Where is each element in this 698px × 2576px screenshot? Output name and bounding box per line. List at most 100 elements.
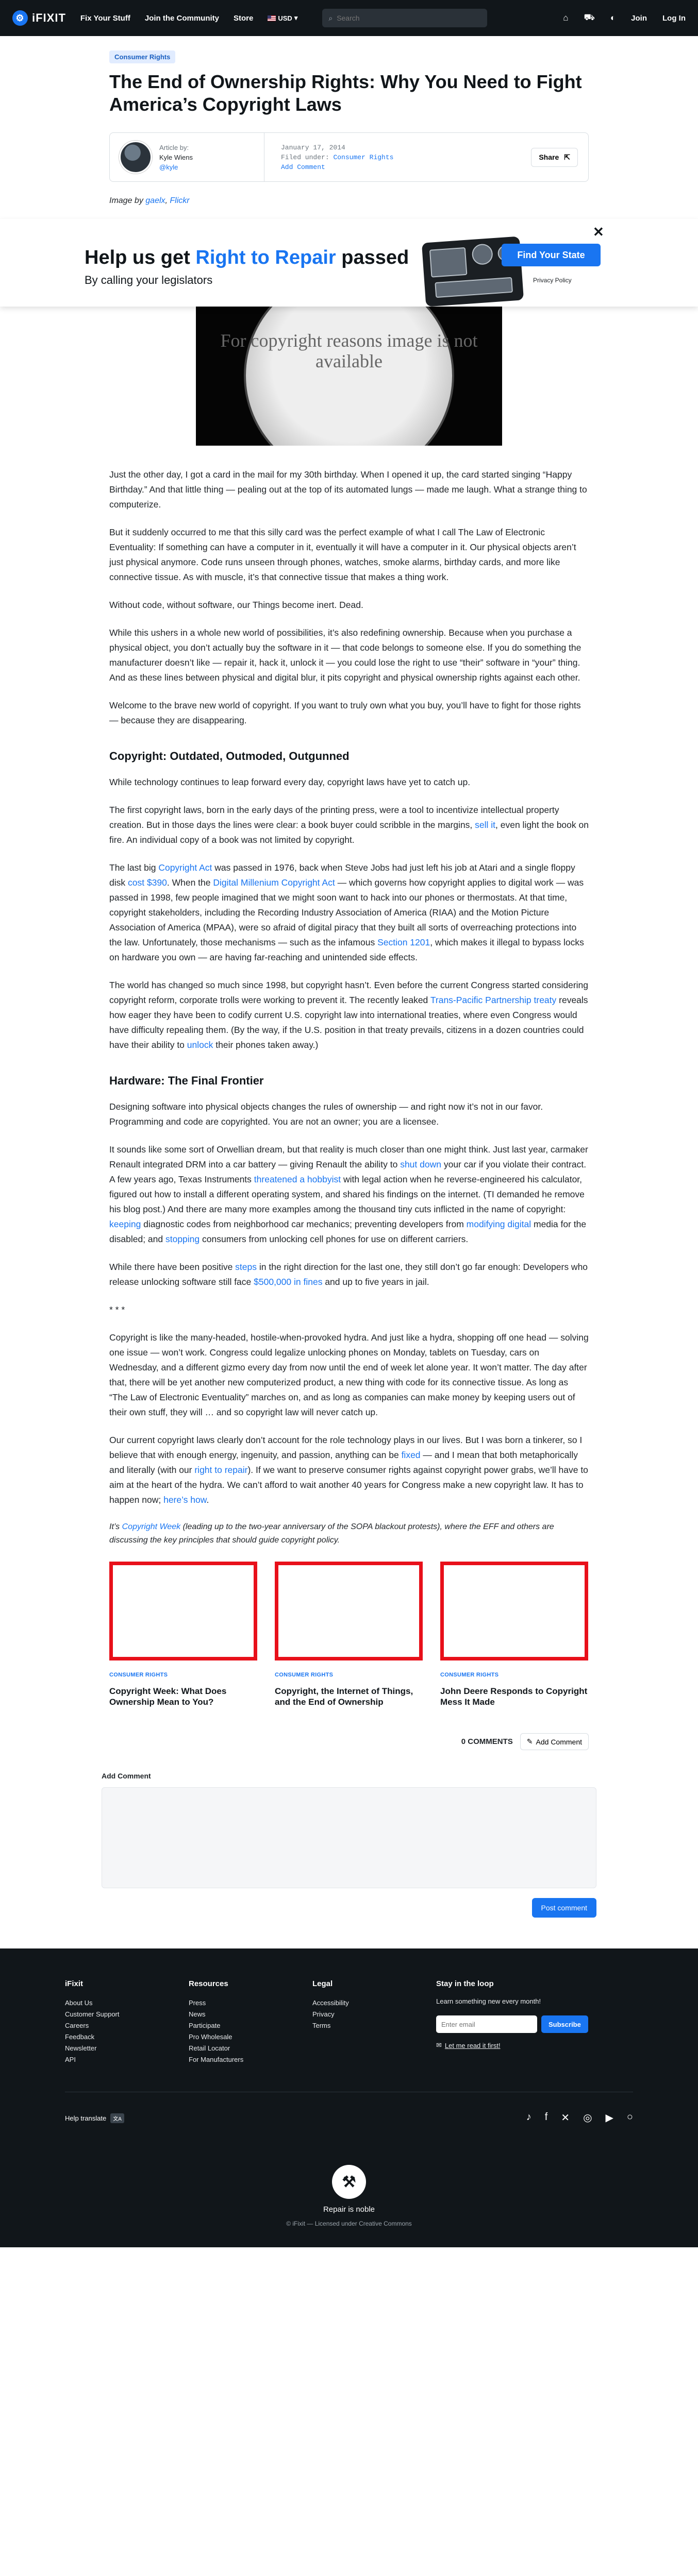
inline-link[interactable]: Copyright Act	[158, 862, 212, 873]
footer-link[interactable]: Terms	[312, 2020, 436, 2031]
inline-link[interactable]: here’s how	[163, 1495, 206, 1505]
language-icon[interactable]: ◐	[610, 13, 616, 23]
inline-link[interactable]: unlock	[187, 1040, 213, 1050]
filed-label: Filed under:	[281, 153, 329, 161]
credit-source-link[interactable]: Flickr	[170, 196, 189, 205]
search-input[interactable]	[337, 14, 481, 22]
nav-store[interactable]: Store	[234, 14, 253, 23]
ifixit-logo-icon: ⚙	[12, 10, 28, 26]
inline-link[interactable]: right to repair	[194, 1465, 247, 1475]
paragraph: It sounds like some sort of Orwellian dr…	[109, 1144, 588, 1244]
help-translate[interactable]: Help translate 文A	[65, 2113, 124, 2123]
search-bar[interactable]: ⌕	[322, 9, 488, 27]
comment-count: 0 COMMENTS	[461, 1737, 513, 1746]
footer-link[interactable]: Retail Locator	[189, 2043, 312, 2054]
inline-link[interactable]: modifying digital	[467, 1219, 531, 1229]
community-icon[interactable]: ○	[627, 2111, 633, 2124]
youtube-icon[interactable]: ▶	[606, 2111, 613, 2124]
read-first-link[interactable]: Let me read it first!	[445, 2042, 501, 2049]
inline-link[interactable]: fixed	[402, 1450, 421, 1460]
section-heading: Hardware: The Final Frontier	[109, 1074, 264, 1087]
related-card-title[interactable]: Copyright Week: What Does Ownership Mean…	[109, 1686, 257, 1707]
email-field[interactable]	[436, 2015, 537, 2033]
copyright-week-link[interactable]: Copyright Week	[122, 1522, 181, 1531]
tiktok-icon[interactable]: ♪	[526, 2111, 531, 2124]
footer-link[interactable]: Pro Wholesale	[189, 2031, 312, 2043]
newsletter-signup: Stay in the loop Learn something new eve…	[436, 1979, 588, 2065]
category-badge[interactable]: Consumer Rights	[109, 50, 176, 63]
related-card[interactable]: CONSUMER RIGHTS John Deere Responds to C…	[440, 1562, 588, 1707]
related-card-image[interactable]	[275, 1562, 423, 1660]
facebook-icon[interactable]: f	[545, 2111, 548, 2124]
related-card[interactable]: CONSUMER RIGHTS Copyright Week: What Doe…	[109, 1562, 257, 1707]
nav-actions: ⌂ ⛟ ◐ Join Log In	[563, 12, 686, 24]
footer-link[interactable]: About Us	[65, 1997, 189, 2009]
paragraph: But it suddenly occurred to me that this…	[109, 527, 576, 582]
inline-link[interactable]: keeping	[109, 1219, 141, 1229]
inline-link[interactable]: Trans-Pacific Partnership treaty	[430, 995, 556, 1005]
instagram-icon[interactable]: ◎	[583, 2111, 592, 2124]
translate-icon: 文A	[110, 2113, 124, 2123]
add-comment-link[interactable]: Add Comment	[281, 163, 325, 171]
inline-link[interactable]: shut down	[400, 1159, 441, 1170]
comment-textarea[interactable]	[102, 1787, 596, 1888]
right-to-repair-banner: Help us get Right to Repair passed By ca…	[0, 219, 698, 307]
footer-link[interactable]: Feedback	[65, 2031, 189, 2043]
author-handle[interactable]: @kyle	[159, 163, 178, 171]
login-link[interactable]: Log In	[662, 14, 686, 23]
related-card-image[interactable]	[440, 1562, 588, 1660]
top-nav: ⚙ iFIXIT Fix Your Stuff Join the Communi…	[0, 0, 698, 36]
join-link[interactable]: Join	[631, 14, 647, 23]
comment-form: Add Comment Post comment	[102, 1772, 596, 1918]
currency-selector[interactable]: USD ▾	[268, 14, 297, 22]
envelope-icon: ✉	[436, 2041, 442, 2049]
related-card-tag: CONSUMER RIGHTS	[109, 1672, 168, 1678]
find-your-state-button[interactable]: Find Your State	[502, 244, 601, 266]
related-card-tag: CONSUMER RIGHTS	[275, 1672, 334, 1678]
footer-link[interactable]: Customer Support	[65, 2009, 189, 2020]
inline-link[interactable]: threatened a hobbyist	[254, 1174, 341, 1184]
nav-fix-your-stuff[interactable]: Fix Your Stuff	[80, 14, 130, 23]
footer-link[interactable]: Accessibility	[312, 1997, 436, 2009]
twitter-icon[interactable]: ✕	[561, 2111, 570, 2124]
nav-join-community[interactable]: Join the Community	[145, 14, 219, 23]
close-icon[interactable]: ✕	[593, 224, 604, 240]
subscribe-button[interactable]: Subscribe	[541, 2015, 588, 2033]
article-info: January 17, 2014 Filed under: Consumer R…	[264, 143, 531, 172]
inline-link[interactable]: stopping	[165, 1234, 200, 1244]
inline-link[interactable]: steps	[235, 1262, 257, 1272]
inline-link[interactable]: Section 1201	[377, 937, 430, 947]
footer-link[interactable]: Privacy	[312, 2009, 436, 2020]
footer-link[interactable]: Careers	[65, 2020, 189, 2031]
filed-link[interactable]: Consumer Rights	[333, 154, 393, 161]
footer-link[interactable]: News	[189, 2009, 312, 2020]
add-comment-button[interactable]: ✎ Add Comment	[520, 1733, 589, 1750]
share-button[interactable]: Share ⇱	[531, 147, 578, 167]
related-card[interactable]: CONSUMER RIGHTS Copyright, the Internet …	[275, 1562, 423, 1707]
footer-link[interactable]: Participate	[189, 2020, 312, 2031]
footer-link[interactable]: For Manufacturers	[189, 2054, 312, 2065]
inline-link[interactable]: cost $390	[128, 877, 167, 888]
privacy-policy-link[interactable]: Privacy Policy	[533, 277, 572, 284]
related-card-title[interactable]: John Deere Responds to Copyright Mess It…	[440, 1686, 588, 1707]
store-icon[interactable]: ⌂	[563, 13, 568, 23]
inline-link[interactable]: Digital Millenium Copyright Act	[213, 877, 335, 888]
article-date: January 17, 2014	[281, 143, 345, 151]
footer-link[interactable]: Newsletter	[65, 2043, 189, 2054]
post-comment-button[interactable]: Post comment	[531, 1898, 596, 1918]
paragraph: Just the other day, I got a card in the …	[109, 469, 587, 510]
author-block: Article by: Kyle Wiens @kyle	[110, 133, 264, 181]
author-name[interactable]: Kyle Wiens	[159, 152, 193, 162]
credit-author-link[interactable]: gaelx	[145, 196, 165, 205]
cart-icon[interactable]: ⛟	[584, 12, 594, 24]
footer-link[interactable]: Press	[189, 1997, 312, 2009]
inline-link[interactable]: sell it	[475, 820, 495, 830]
ifixit-logo[interactable]: ⚙ iFIXIT	[12, 10, 66, 26]
author-avatar[interactable]	[119, 141, 152, 174]
footer-link[interactable]: API	[65, 2054, 189, 2065]
author-label: Article by:	[159, 143, 189, 151]
related-card-image[interactable]	[109, 1562, 257, 1660]
share-icon: ⇱	[564, 152, 570, 161]
inline-link[interactable]: $500,000 in fines	[254, 1277, 322, 1287]
related-card-title[interactable]: Copyright, the Internet of Things, and t…	[275, 1686, 423, 1707]
